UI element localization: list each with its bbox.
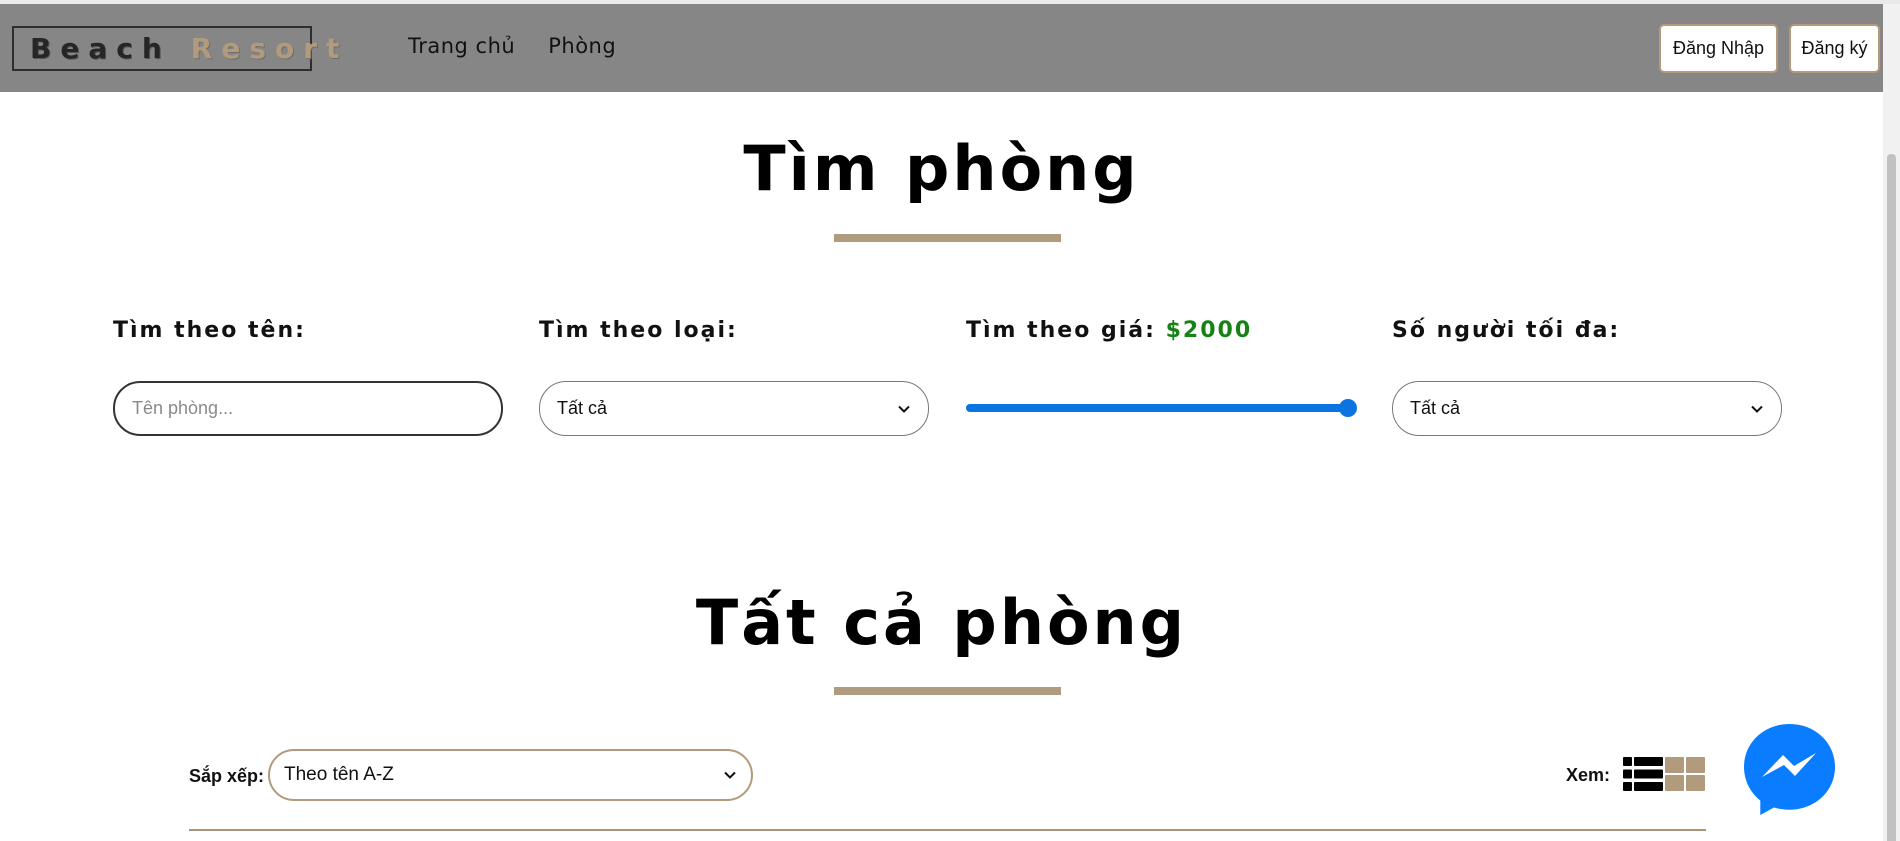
price-slider-track[interactable] xyxy=(966,404,1346,412)
view-label: Xem: xyxy=(1566,765,1611,785)
room-type-selected: Tất cả xyxy=(557,398,608,418)
chevron-down-icon xyxy=(898,405,910,413)
grid-view-icon[interactable] xyxy=(1665,757,1705,791)
list-view-icon[interactable] xyxy=(1623,757,1663,791)
price-filter-label-row: Tìm theo giá: $2000 xyxy=(966,318,1356,343)
rooms-divider xyxy=(189,829,1706,831)
chevron-down-icon xyxy=(1751,405,1763,413)
logo-word-beach: Beach xyxy=(30,32,171,65)
login-button[interactable]: Đăng Nhập xyxy=(1659,24,1778,73)
price-filter-value: $2000 xyxy=(1165,318,1253,343)
sort-select[interactable]: Theo tên A-Z xyxy=(268,749,753,801)
max-guests-selected: Tất cả xyxy=(1410,398,1461,418)
scrollbar-thumb[interactable] xyxy=(1887,154,1896,841)
room-type-select[interactable]: Tất cả xyxy=(539,381,929,436)
guests-filter-group: Số người tối đa: xyxy=(1392,318,1782,343)
room-name-input[interactable]: Tên phòng... xyxy=(113,381,503,436)
sort-selected: Theo tên A-Z xyxy=(284,764,394,785)
search-title-underline xyxy=(834,234,1061,242)
name-filter-group: Tìm theo tên: xyxy=(113,318,503,343)
page-scrollbar[interactable] xyxy=(1883,4,1900,841)
register-button[interactable]: Đăng ký xyxy=(1789,24,1880,73)
messenger-icon[interactable] xyxy=(1742,722,1837,817)
rooms-title-underline xyxy=(834,687,1061,695)
navbar: Beach Resort Trang chủ Phòng Đăng Nhập Đ… xyxy=(0,4,1883,92)
rooms-title: Tất cả phòng xyxy=(695,586,1188,659)
logo[interactable]: Beach Resort xyxy=(12,26,339,71)
nav-link-home[interactable]: Trang chủ xyxy=(408,34,515,58)
type-filter-label: Tìm theo loại: xyxy=(539,318,738,343)
logo-word-resort: Resort xyxy=(190,32,349,65)
search-title: Tìm phòng xyxy=(743,132,1140,205)
name-filter-label: Tìm theo tên: xyxy=(113,318,306,343)
auth-buttons: Đăng Nhập Đăng ký xyxy=(1659,24,1880,73)
price-filter-label: Tìm theo giá: xyxy=(966,318,1156,343)
chevron-down-icon xyxy=(724,771,736,779)
price-filter-group: Tìm theo giá: $2000 xyxy=(966,318,1356,343)
type-filter-group: Tìm theo loại: xyxy=(539,318,929,343)
room-name-placeholder: Tên phòng... xyxy=(132,398,234,418)
nav-link-rooms[interactable]: Phòng xyxy=(548,34,616,58)
guests-filter-label: Số người tối đa: xyxy=(1392,318,1621,343)
nav-links: Trang chủ Phòng xyxy=(408,34,616,58)
price-slider[interactable] xyxy=(966,396,1357,420)
price-slider-thumb[interactable] xyxy=(1339,399,1357,417)
sort-label: Sắp xếp: xyxy=(189,766,265,786)
max-guests-select[interactable]: Tất cả xyxy=(1392,381,1782,436)
